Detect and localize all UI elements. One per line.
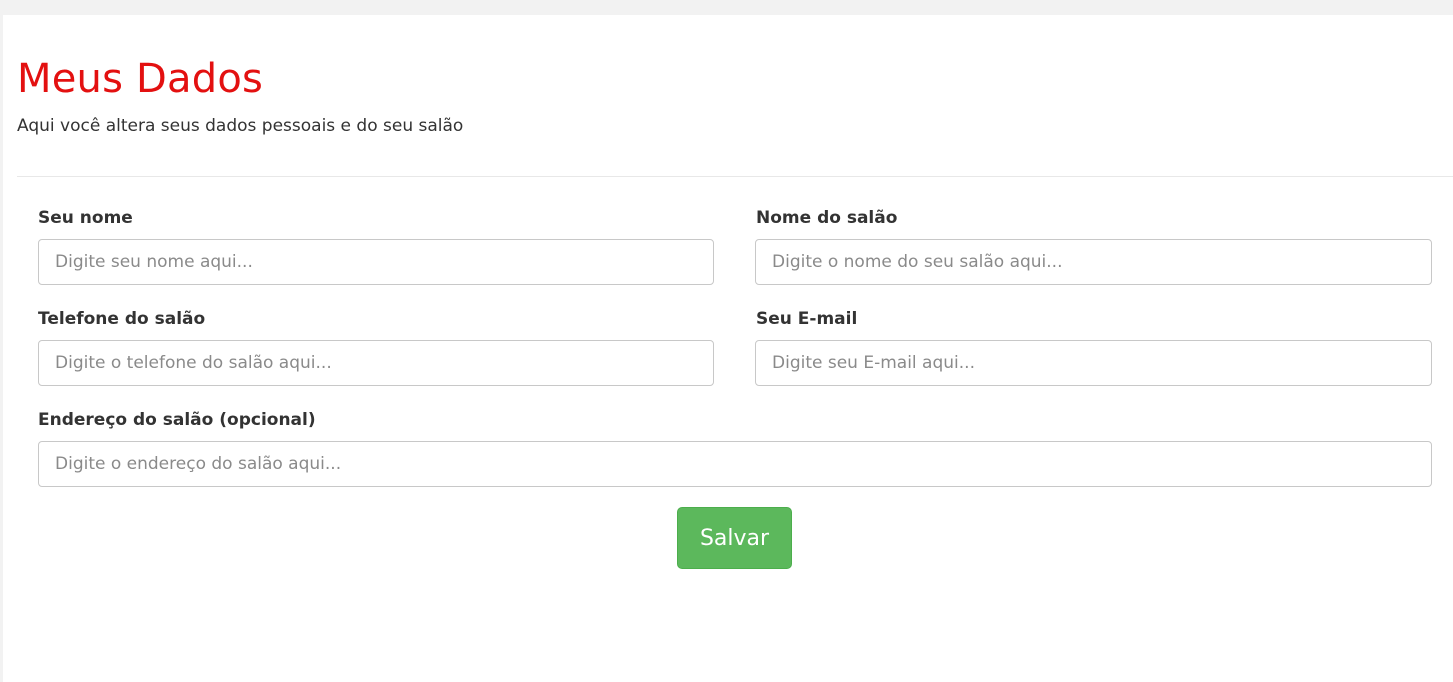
salon-name-label: Nome do salão <box>756 208 898 228</box>
name-label: Seu nome <box>38 208 133 228</box>
salon-phone-input[interactable] <box>38 340 714 386</box>
page-title: Meus Dados <box>17 56 264 102</box>
page-subtitle: Aqui você altera seus dados pessoais e d… <box>17 116 464 136</box>
content-panel: Meus Dados Aqui você altera seus dados p… <box>3 15 1453 682</box>
header-divider <box>17 176 1453 177</box>
name-input[interactable] <box>38 239 714 285</box>
email-label: Seu E-mail <box>756 309 858 329</box>
salon-name-input[interactable] <box>755 239 1432 285</box>
salon-address-label: Endereço do salão (opcional) <box>38 410 316 430</box>
salon-address-input[interactable] <box>38 441 1432 487</box>
salon-phone-label: Telefone do salão <box>38 309 206 329</box>
email-input[interactable] <box>755 340 1432 386</box>
save-button[interactable]: Salvar <box>677 507 792 569</box>
